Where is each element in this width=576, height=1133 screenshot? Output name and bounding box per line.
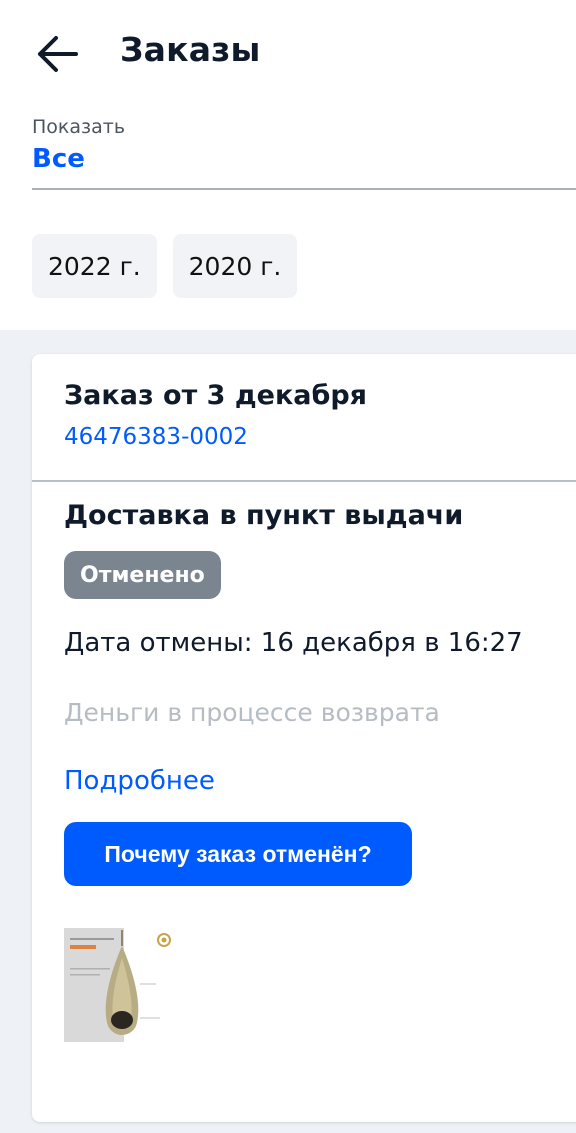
page-title: Заказы bbox=[120, 30, 261, 69]
order-number-link[interactable]: 46476383-0002 bbox=[64, 424, 248, 450]
product-thumbnail[interactable] bbox=[64, 928, 176, 1042]
details-link[interactable]: Подробнее bbox=[64, 766, 215, 796]
cancel-date: Дата отмены: 16 декабря в 16:27 bbox=[64, 628, 523, 658]
orders-screen: Заказы Показать Все 2022 г. 2020 г. Зака… bbox=[0, 0, 576, 1133]
show-filter-select[interactable]: Показать Все bbox=[32, 114, 576, 190]
filter-value: Все bbox=[32, 144, 85, 174]
order-card-header: Заказ от 3 декабря 46476383-0002 bbox=[32, 354, 576, 482]
filter-label: Показать bbox=[32, 116, 126, 138]
order-title: Заказ от 3 декабря bbox=[64, 380, 367, 411]
header: Заказы bbox=[0, 0, 576, 110]
year-chips: 2022 г. 2020 г. bbox=[32, 234, 298, 298]
order-card: Заказ от 3 декабря 46476383-0002 Доставк… bbox=[32, 354, 576, 1122]
delivery-type: Доставка в пункт выдачи bbox=[64, 500, 464, 531]
why-cancelled-button[interactable]: Почему заказ отменён? bbox=[64, 822, 412, 886]
refund-status: Деньги в процессе возврата bbox=[64, 698, 440, 727]
hanging-pod-chair-image bbox=[64, 928, 176, 1042]
status-badge: Отменено bbox=[64, 551, 221, 599]
year-chip-2022[interactable]: 2022 г. bbox=[32, 234, 157, 298]
back-button[interactable] bbox=[28, 28, 84, 80]
year-chip-2020[interactable]: 2020 г. bbox=[172, 234, 298, 298]
arrow-left-icon bbox=[38, 36, 78, 72]
